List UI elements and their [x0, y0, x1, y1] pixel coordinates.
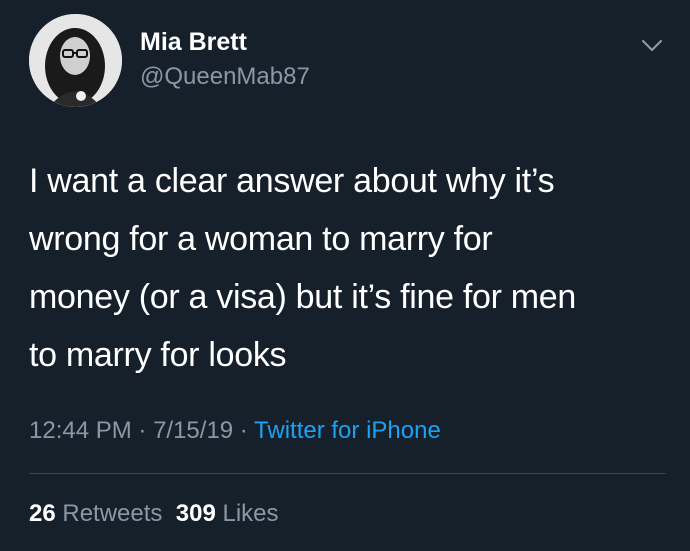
retweets-stat[interactable]: 26 Retweets [29, 500, 162, 527]
user-handle[interactable]: @QueenMab87 [140, 63, 310, 91]
tweet-text-line: I want a clear answer about why it’s [29, 162, 555, 200]
chevron-down-icon [641, 39, 663, 52]
tweet-text: I want a clear answer about why it’s wro… [29, 152, 669, 384]
tweet-text-line: money (or a visa) but it’s fine for men [29, 278, 577, 316]
tweet-source-link[interactable]: Twitter for iPhone [254, 417, 441, 444]
tweet-date[interactable]: 7/15/19 [153, 417, 233, 444]
tweet-text-line: wrong for a woman to marry for [29, 220, 493, 258]
likes-count: 309 [175, 500, 216, 527]
tweet-metadata: 12:44 PM · 7/15/19 · Twitter for iPhone [29, 417, 441, 445]
display-name[interactable]: Mia Brett [140, 28, 247, 57]
tweet-stats: 26 Retweets 309 Likes [29, 500, 279, 528]
profile-photo-icon [29, 14, 122, 107]
avatar[interactable] [29, 14, 122, 107]
separator-dot: · [233, 417, 255, 444]
retweets-label: Retweets [62, 500, 163, 527]
tweet-options-button[interactable] [638, 36, 666, 56]
separator-dot: · [131, 417, 154, 444]
tweet-time[interactable]: 12:44 PM [29, 417, 132, 444]
divider [29, 473, 666, 474]
tweet-text-line: to marry for looks [29, 336, 287, 374]
likes-stat[interactable]: 309 Likes [176, 500, 279, 527]
tweet-card: Mia Brett @QueenMab87 I want a clear ans… [0, 0, 690, 551]
likes-label: Likes [222, 500, 279, 527]
retweets-count: 26 [29, 500, 56, 527]
